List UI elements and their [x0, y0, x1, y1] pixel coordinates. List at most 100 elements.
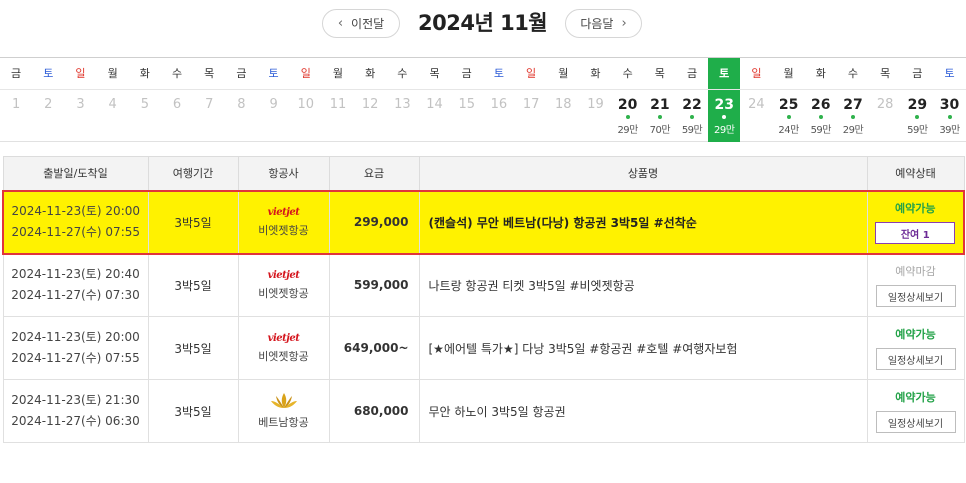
date-row: 1 2 3 4 5 6 7 8 9 10 11 12 13 14 15 16 17 18 19 20 29만 21 70만 2…: [0, 90, 966, 142]
chevron-left-icon: ‹: [337, 16, 344, 31]
arrival-datetime: 2024-11-27(수) 07:55: [11, 351, 140, 365]
table-row[interactable]: 2024-11-23(토) 20:40 2024-11-27(수) 07:30 3박…: [2, 253, 965, 317]
status-cell: 예약가능일정상세보기: [866, 316, 965, 380]
prev-month-label: 이전달: [351, 17, 385, 31]
departure-datetime: 2024-11-23(토) 20:00: [11, 330, 140, 344]
date-cell: 18: [547, 90, 579, 142]
airline-name: 비엣젯항공: [258, 223, 309, 237]
availability-dot-icon: [625, 115, 630, 119]
date-cell[interactable]: 25 24만: [773, 90, 805, 142]
date-cell: 13: [386, 90, 418, 142]
date-min-price: 39만: [939, 125, 960, 136]
date-cell: 15: [451, 90, 483, 142]
weekday-label: 수: [386, 58, 419, 90]
airline-name: 비엣젯항공: [258, 349, 309, 363]
availability-dot-icon: [722, 115, 727, 119]
date-number: 4: [108, 97, 117, 112]
next-month-label: 다음달: [580, 17, 614, 31]
header-product: 상품명: [418, 156, 868, 191]
date-number: 25: [778, 97, 799, 113]
status-badge: 예약가능: [895, 328, 936, 341]
departure-datetime: 2024-11-23(토) 20:00: [11, 204, 141, 218]
date-min-price: 59만: [681, 125, 703, 136]
month-navigation: ‹ 이전달 2024년 11월 다음달 ›: [0, 8, 966, 40]
date-cell[interactable]: 21 70만: [644, 90, 676, 142]
date-number: 28: [876, 97, 894, 112]
weekday-label: 토: [32, 58, 65, 90]
date-cell: 6: [161, 90, 193, 142]
availability-dot-icon: [818, 115, 823, 119]
availability-dot-icon: [915, 115, 920, 119]
departure-datetime: 2024-11-23(토) 21:30: [11, 393, 140, 407]
product-title-link[interactable]: 나트랑 항공권 티켓 3박5일 #비엣젯항공: [418, 253, 868, 317]
view-schedule-button[interactable]: 일정상세보기: [875, 348, 956, 370]
seats-remaining-button[interactable]: 잔여 1: [875, 222, 956, 244]
vietjet-logo: vietjet: [267, 269, 300, 281]
date-cell[interactable]: 26 59만: [805, 90, 837, 142]
status-cell: 예약마감일정상세보기: [866, 253, 965, 317]
date-number: 17: [522, 97, 540, 112]
date-calendar-strip: 금토일월화수목금토일월화수목금토일월화수목금토일월화수목금토 123456789…: [0, 57, 966, 142]
date-number: 11: [329, 97, 347, 112]
date-cell[interactable]: 30 39만: [933, 90, 965, 142]
date-number: 20: [617, 97, 638, 113]
airline-cell: vietjet 비엣젯항공: [237, 189, 330, 255]
weekday-label: 금: [901, 58, 934, 90]
view-schedule-button[interactable]: 일정상세보기: [875, 411, 956, 433]
header-status: 예약상태: [866, 156, 965, 191]
price-cell: 680,000: [328, 379, 420, 443]
date-cell-selected[interactable]: 23 29만: [708, 90, 741, 142]
date-min-price: 29만: [842, 125, 864, 136]
date-cell: 17: [515, 90, 547, 142]
lotus-icon: [270, 393, 297, 408]
weekday-label: 화: [804, 58, 837, 90]
date-number: 19: [587, 97, 604, 112]
table-header-row: 출발일/도착일 여행기간 항공사 요금 상품명 예약상태: [2, 156, 965, 191]
date-cell[interactable]: 20 29만: [612, 90, 644, 142]
date-min-price: 59만: [907, 125, 928, 136]
table-row[interactable]: 2024-11-23(토) 21:30 2024-11-27(수) 06:30 3박…: [2, 379, 965, 443]
date-cell: 9: [258, 90, 290, 142]
weekday-label: 화: [128, 58, 161, 90]
date-cell: 12: [354, 90, 386, 142]
date-number: 3: [76, 97, 85, 112]
next-month-button[interactable]: 다음달 ›: [565, 9, 642, 38]
weekday-label: 화: [354, 58, 387, 90]
weekday-label: 목: [869, 58, 902, 90]
weekday-label: 월: [321, 58, 355, 90]
status-cell: 예약가능 잔여 1: [866, 189, 965, 255]
date-cell: 19: [579, 90, 611, 142]
product-title-link[interactable]: (캔슬석) 무안 베트남(다낭) 항공권 3박5일 #선착순: [418, 189, 868, 255]
date-cell[interactable]: 27 29만: [837, 90, 869, 142]
airline-cell: vietjet 비엣젯항공: [237, 253, 330, 317]
weekday-label: 수: [836, 58, 870, 90]
dates-cell: 2024-11-23(토) 20:00 2024-11-27(수) 07:55: [2, 316, 149, 380]
date-number: 24: [748, 97, 765, 112]
arrival-datetime: 2024-11-27(수) 06:30: [11, 414, 140, 428]
date-number: 22: [682, 97, 702, 113]
date-cell: 3: [64, 90, 96, 142]
table-row[interactable]: 2024-11-23(토) 20:00 2024-11-27(수) 07:55 3박…: [2, 316, 965, 380]
date-min-price: 29만: [714, 125, 735, 136]
weekday-label: 수: [160, 58, 194, 90]
header-dates: 출발일/도착일: [2, 156, 149, 191]
table-row-highlighted[interactable]: 2024-11-23(토) 20:00 2024-11-27(수) 07:55 3박…: [2, 189, 965, 255]
date-cell[interactable]: 29 59만: [901, 90, 933, 142]
date-number: 7: [205, 97, 214, 112]
product-title-link[interactable]: [★에어텔 특가★] 다낭 3박5일 #항공권 #호텔 #여행자보험: [418, 316, 868, 380]
weekday-label: 금: [450, 58, 483, 90]
prev-month-button[interactable]: ‹ 이전달: [322, 9, 400, 38]
vietjet-logo: vietjet: [267, 206, 300, 218]
date-min-price: 59만: [810, 125, 832, 136]
date-cell[interactable]: 22 59만: [676, 90, 708, 142]
product-title-link[interactable]: 무안 하노이 3박5일 항공권: [418, 379, 868, 443]
date-number: 15: [458, 97, 475, 112]
view-schedule-button[interactable]: 일정상세보기: [875, 285, 956, 308]
duration-cell: 3박5일: [147, 189, 239, 255]
date-cell: 16: [483, 90, 515, 142]
duration-cell: 3박5일: [147, 253, 239, 317]
duration-cell: 3박5일: [147, 316, 239, 380]
status-badge: 예약마감: [895, 265, 936, 279]
airline-name: 베트남항공: [258, 416, 309, 429]
date-number: 8: [237, 97, 246, 112]
